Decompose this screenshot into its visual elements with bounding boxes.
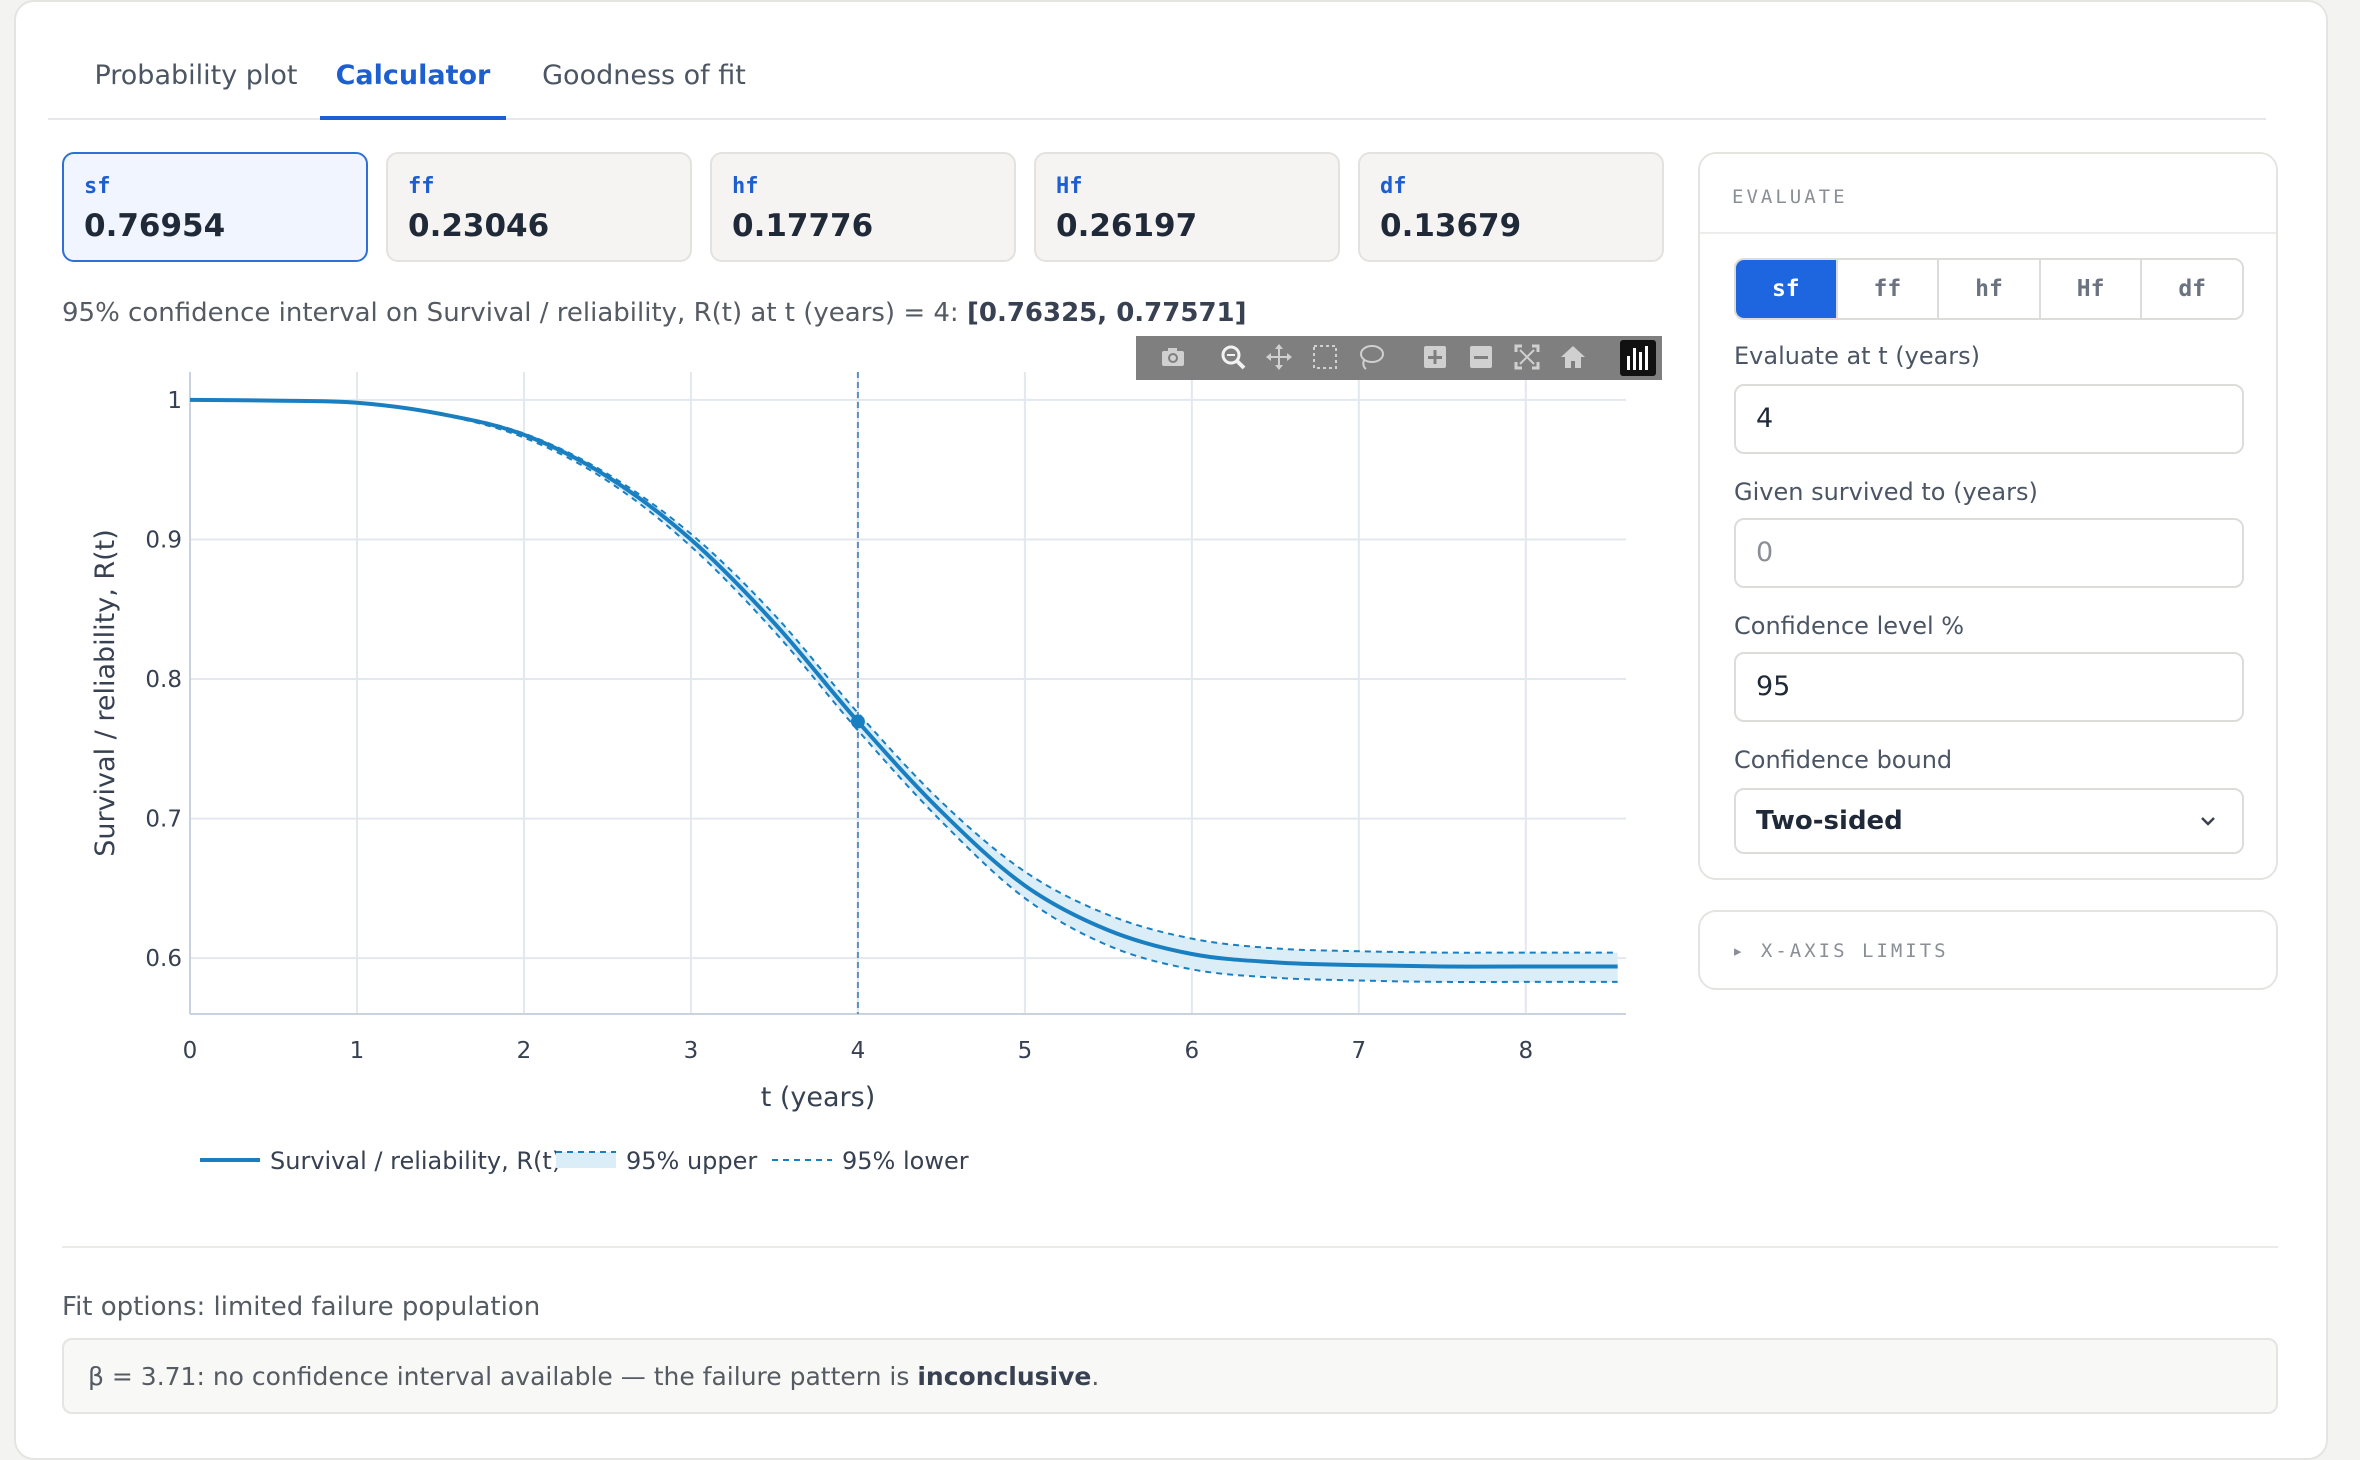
zoom-out-icon[interactable] <box>1464 342 1498 374</box>
plotly-logo-icon[interactable] <box>1620 340 1656 376</box>
evaluate-title: EVALUATE <box>1732 186 1848 208</box>
confidence-bound-select[interactable]: Two-sided <box>1734 788 2244 854</box>
plot-modebar <box>1136 336 1662 380</box>
metric-value: 0.26197 <box>1056 208 1198 244</box>
confidence-level-input[interactable]: 95 <box>1734 652 2244 722</box>
metric-value: 0.76954 <box>84 208 226 244</box>
metric-key: sf <box>84 174 111 199</box>
metric-value: 0.23046 <box>408 208 550 244</box>
lasso-icon[interactable] <box>1354 342 1388 374</box>
metric-card-hf[interactable]: hf 0.17776 <box>710 152 1016 262</box>
confidence-level-label: Confidence level % <box>1734 612 1965 640</box>
segment-df[interactable]: df <box>2142 260 2242 318</box>
metric-key: hf <box>732 174 759 199</box>
function-segmented-control: sf ff hf Hf df <box>1734 258 2244 320</box>
fit-note-suffix: . <box>1091 1362 1100 1391</box>
ci-value: [0.76325, 0.77571] <box>966 298 1247 328</box>
tab-bar: Probability plot Calculator Goodness of … <box>48 40 2266 120</box>
chevron-down-icon <box>2196 804 2220 844</box>
fit-note-prefix: β = 3.71: no confidence interval availab… <box>88 1362 918 1391</box>
fit-note-text: β = 3.71: no confidence interval availab… <box>88 1362 1099 1391</box>
segment-Hf[interactable]: Hf <box>2040 260 2143 318</box>
zoom-in-icon[interactable] <box>1418 342 1452 374</box>
metric-card-Hf[interactable]: Hf 0.26197 <box>1034 152 1340 262</box>
metric-value: 0.17776 <box>732 208 874 244</box>
metric-key: Hf <box>1056 174 1083 199</box>
fit-note-bold: inconclusive <box>917 1362 1092 1391</box>
pan-icon[interactable] <box>1262 342 1296 374</box>
zoom-icon[interactable] <box>1216 342 1250 374</box>
segment-ff[interactable]: ff <box>1837 260 1940 318</box>
x-axis-limits-toggle[interactable]: ▸ X-AXIS LIMITS <box>1698 910 2278 990</box>
camera-icon[interactable] <box>1156 342 1190 374</box>
confidence-interval-text: 95% confidence interval on Survival / re… <box>62 298 1247 328</box>
evaluate-at-label: Evaluate at t (years) <box>1734 342 1981 370</box>
confidence-bound-value: Two-sided <box>1756 806 1903 836</box>
autoscale-icon[interactable] <box>1510 342 1544 374</box>
fit-options-label: Fit options: limited failure population <box>62 1292 541 1322</box>
home-icon[interactable] <box>1556 342 1590 374</box>
tab-goodness-of-fit[interactable]: Goodness of fit <box>534 60 754 118</box>
metric-value: 0.13679 <box>1380 208 1522 244</box>
metric-key: ff <box>408 174 435 199</box>
metric-card-sf[interactable]: sf 0.76954 <box>62 152 368 262</box>
metric-card-ff[interactable]: ff 0.23046 <box>386 152 692 262</box>
section-divider <box>62 1246 2278 1248</box>
fit-note: β = 3.71: no confidence interval availab… <box>62 1338 2278 1414</box>
given-survived-label: Given survived to (years) <box>1734 478 2038 506</box>
metric-card-df[interactable]: df 0.13679 <box>1358 152 1664 262</box>
box-select-icon[interactable] <box>1308 342 1342 374</box>
given-survived-input[interactable]: 0 <box>1734 518 2244 588</box>
ci-prefix: 95% confidence interval on Survival / re… <box>62 298 967 328</box>
tab-probability-plot[interactable]: Probability plot <box>92 60 300 118</box>
metric-key: df <box>1380 174 1407 199</box>
segment-sf[interactable]: sf <box>1736 260 1838 318</box>
segment-hf[interactable]: hf <box>1939 260 2041 318</box>
confidence-bound-label: Confidence bound <box>1734 746 1953 774</box>
tab-calculator[interactable]: Calculator <box>320 60 506 120</box>
x-axis-limits-label: ▸ X-AXIS LIMITS <box>1732 940 1949 962</box>
evaluate-panel-header: EVALUATE <box>1700 154 2276 234</box>
evaluate-panel: EVALUATE sf ff hf Hf df Evaluate at t (y… <box>1698 152 2278 880</box>
evaluate-at-input[interactable]: 4 <box>1734 384 2244 454</box>
